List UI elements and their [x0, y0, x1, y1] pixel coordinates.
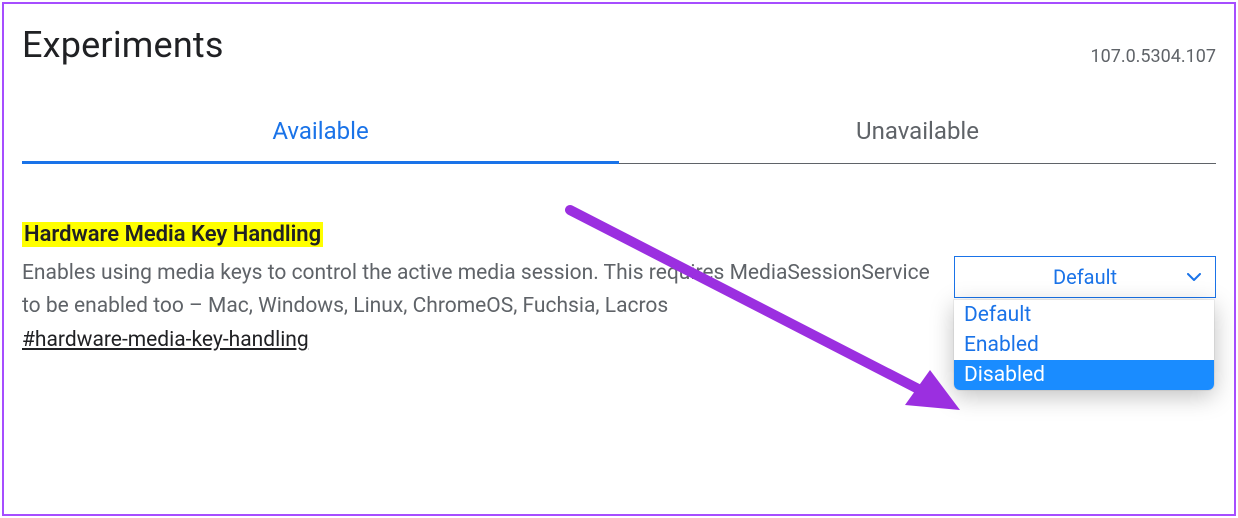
flag-select-value: Default: [1053, 265, 1117, 289]
tab-unavailable[interactable]: Unavailable: [619, 101, 1216, 163]
tab-available[interactable]: Available: [22, 101, 619, 163]
flag-anchor-link[interactable]: #hardware-media-key-handling: [22, 328, 309, 352]
option-disabled[interactable]: Disabled: [954, 360, 1214, 390]
flag-text: Hardware Media Key Handling Enables usin…: [22, 222, 934, 352]
flag-select-dropdown: Default Enabled Disabled: [954, 300, 1214, 390]
flag-row: Hardware Media Key Handling Enables usin…: [22, 222, 1216, 352]
page-frame: Experiments 107.0.5304.107 Available Una…: [2, 2, 1236, 516]
version-text: 107.0.5304.107: [1090, 46, 1216, 67]
flag-select[interactable]: Default: [954, 256, 1216, 298]
flag-select-wrap: Default Default Enabled Disabled: [954, 256, 1216, 298]
option-default[interactable]: Default: [954, 300, 1214, 330]
chevron-down-icon: [1187, 270, 1201, 284]
header: Experiments 107.0.5304.107: [22, 24, 1216, 67]
tabs: Available Unavailable: [22, 101, 1216, 164]
flag-title: Hardware Media Key Handling: [22, 222, 323, 247]
option-enabled[interactable]: Enabled: [954, 330, 1214, 360]
page-title: Experiments: [22, 24, 224, 66]
flag-description: Enables using media keys to control the …: [22, 257, 934, 322]
